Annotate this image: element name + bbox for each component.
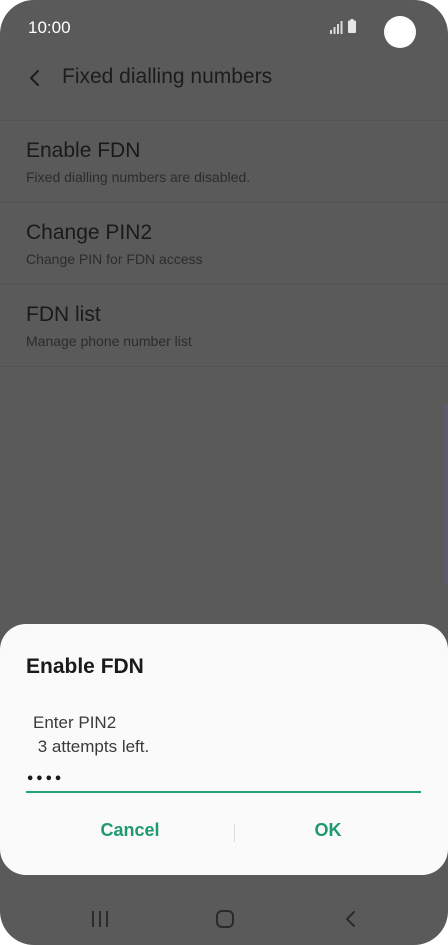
back-icon[interactable] (340, 907, 364, 931)
pin2-input[interactable]: •••• (26, 763, 421, 793)
recents-icon[interactable] (88, 907, 112, 931)
list-item-title: FDN list (26, 303, 101, 326)
list-item-enable-fdn[interactable]: Enable FDN Fixed dialling numbers are di… (0, 120, 448, 202)
side-button (444, 405, 448, 585)
list-item-title: Enable FDN (26, 139, 141, 162)
app-bar: Fixed dialling numbers (0, 56, 448, 100)
chevron-left-icon[interactable] (24, 64, 48, 92)
front-camera (384, 16, 416, 48)
list-item-title: Change PIN2 (26, 221, 153, 244)
phone-screen: 10:00 Fixed dialling numbers Enable FDN … (0, 0, 448, 945)
dialog-prompt: Enter PIN2 (33, 713, 117, 732)
navigation-bar (0, 895, 448, 945)
home-icon[interactable] (213, 907, 237, 931)
status-time: 10:00 (28, 18, 71, 37)
cancel-button[interactable]: Cancel (30, 820, 230, 848)
list-item-subtitle: Change PIN for FDN access (26, 251, 203, 267)
signal-icon (330, 21, 343, 34)
battery-icon (348, 19, 356, 33)
dialog-message: Enter PIN2 3 attempts left. (33, 711, 149, 759)
status-bar: 10:00 (0, 0, 448, 60)
list-item-subtitle: Manage phone number list (26, 333, 192, 349)
ok-button[interactable]: OK (228, 820, 428, 848)
list-item-subtitle: Fixed dialling numbers are disabled. (26, 169, 251, 185)
pin-dialog: Enable FDN Enter PIN2 3 attempts left. •… (0, 624, 448, 875)
list-item-fdn-list[interactable]: FDN list Manage phone number list (0, 284, 448, 367)
settings-list: Enable FDN Fixed dialling numbers are di… (0, 120, 448, 367)
page-title: Fixed dialling numbers (62, 65, 273, 88)
dialog-title: Enable FDN (26, 655, 144, 678)
list-item-change-pin2[interactable]: Change PIN2 Change PIN for FDN access (0, 202, 448, 284)
attempts-left-text: 3 attempts left. (33, 737, 150, 756)
